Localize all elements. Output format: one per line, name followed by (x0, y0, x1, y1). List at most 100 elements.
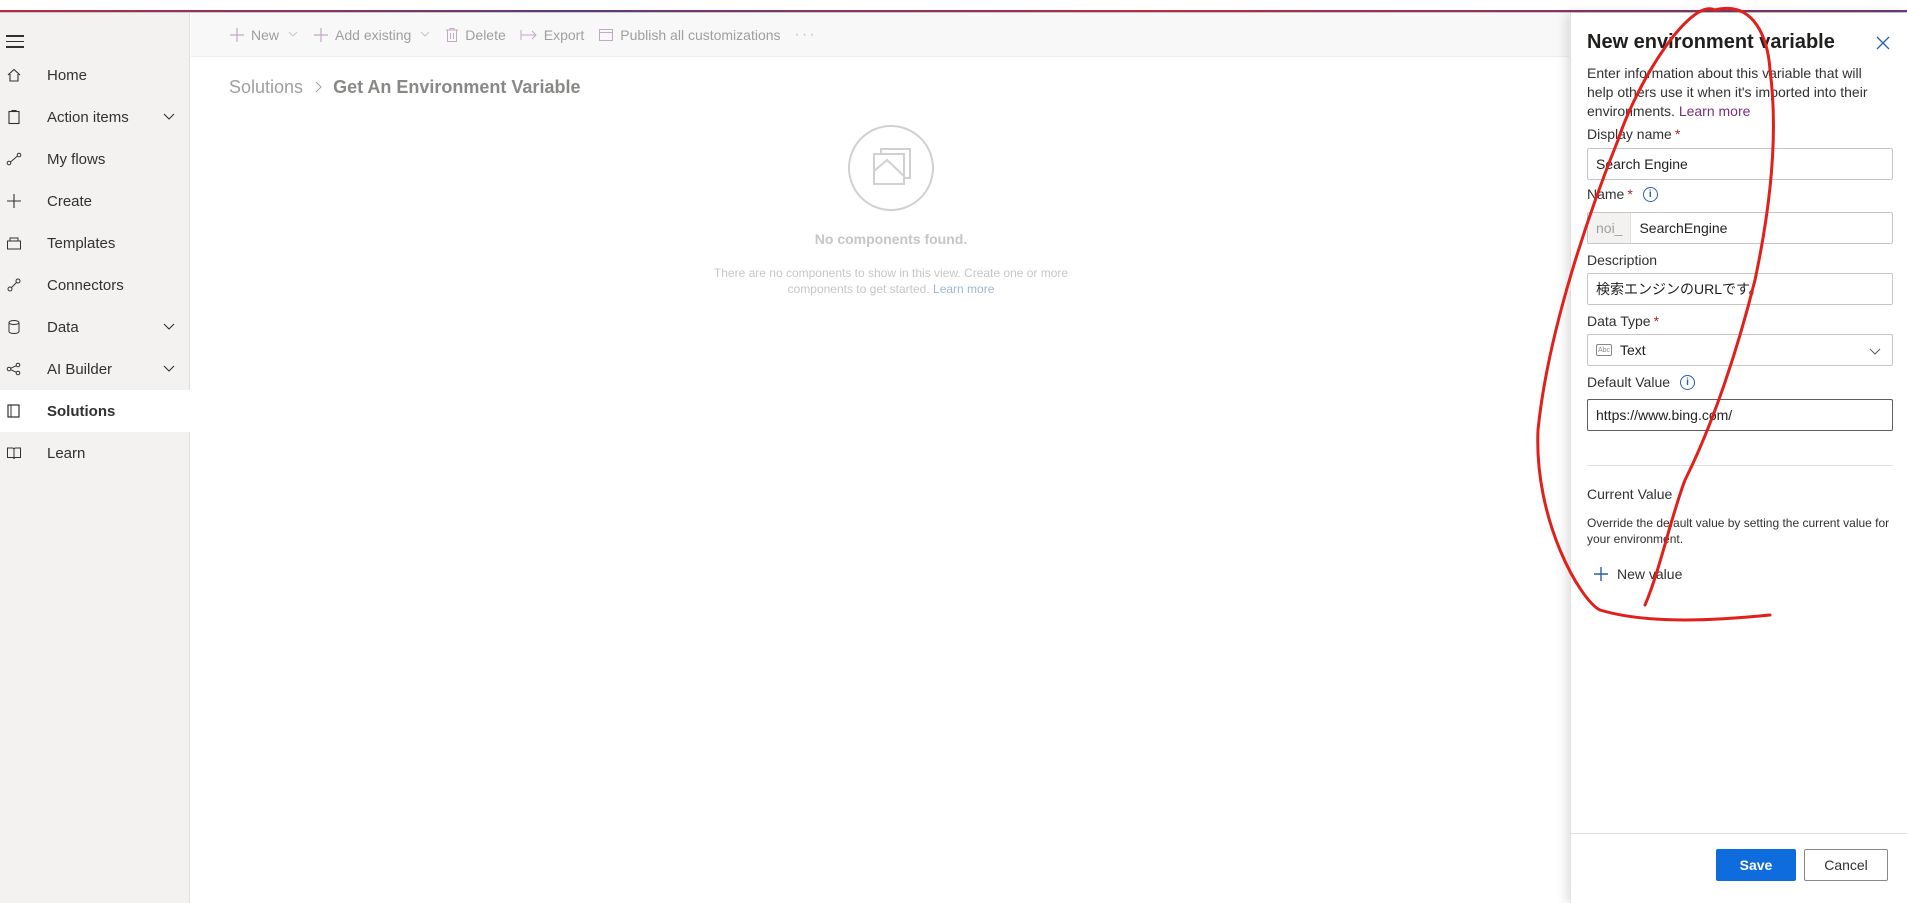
nav-item-label: Action items (47, 108, 129, 126)
clipboard-icon (6, 109, 22, 125)
display-name-field[interactable]: Search Engine (1587, 148, 1893, 180)
current-value-description: Override the default value by setting th… (1587, 516, 1890, 546)
chevron-down-icon (419, 27, 431, 43)
panel-intro: Enter information about this variable th… (1587, 64, 1892, 121)
new-value-label: New value (1617, 566, 1683, 582)
nav-item-label: Data (47, 318, 79, 336)
panel-title: New environment variable (1587, 31, 1835, 53)
book-icon (6, 445, 22, 461)
info-icon[interactable]: i (1642, 186, 1658, 202)
required-marker: * (1674, 126, 1681, 142)
command-bar: New Add existing Delete Export Publish a… (191, 13, 1569, 57)
export-arrow-icon (520, 28, 538, 42)
display-name-label: Display name * (1587, 126, 1680, 142)
cancel-button[interactable]: Cancel (1804, 849, 1888, 881)
empty-state-description: There are no components to show in this … (701, 265, 1081, 297)
data-type-label: Data Type * (1587, 313, 1659, 329)
data-type-dropdown[interactable]: Abc Text (1587, 334, 1893, 366)
templates-icon (6, 235, 22, 251)
nav-item-home[interactable]: Home (0, 54, 190, 96)
add-existing-label: Add existing (335, 26, 412, 43)
panel-footer-divider (1571, 833, 1907, 834)
name-field[interactable]: noi_ SearchEngine (1587, 212, 1893, 244)
publish-label: Publish all customizations (620, 26, 781, 43)
database-icon (6, 319, 22, 335)
nav-item-solutions[interactable]: Solutions (0, 390, 190, 432)
nav-item-label: Learn (47, 444, 86, 462)
save-button[interactable]: Save (1716, 849, 1796, 881)
new-button[interactable]: New (229, 27, 299, 43)
chevron-down-icon[interactable] (162, 361, 176, 379)
empty-state-text: There are no components to show in this … (713, 266, 1069, 296)
delete-label: Delete (465, 26, 506, 43)
new-environment-variable-panel: New environment variable Enter informati… (1570, 13, 1907, 903)
publish-all-button[interactable]: Publish all customizations (598, 26, 781, 43)
export-button[interactable]: Export (520, 27, 584, 43)
solutions-icon (6, 403, 22, 419)
description-value: 検索エンジンのURLです。 (1596, 281, 1763, 297)
chevron-down-icon (1868, 344, 1882, 361)
name-value: SearchEngine (1639, 220, 1728, 236)
chevron-down-icon[interactable] (162, 109, 176, 127)
close-icon[interactable] (1875, 35, 1891, 51)
connector-icon (6, 277, 22, 293)
hamburger-menu-icon[interactable] (6, 35, 24, 49)
plus-icon (6, 193, 22, 209)
chevron-down-icon (287, 27, 299, 43)
nav-item-ai-builder[interactable]: AI Builder (0, 348, 190, 390)
plus-icon (229, 27, 245, 43)
home-icon (6, 67, 22, 83)
nav-item-learn[interactable]: Learn (0, 432, 190, 474)
nav-item-label: Connectors (47, 276, 124, 294)
empty-state: No components found. There are no compon… (701, 125, 1081, 297)
divider (1587, 465, 1893, 466)
nav-item-label: Solutions (47, 402, 116, 420)
default-value-value: https://www.bing.com/ (1596, 407, 1733, 423)
data-type-value: Text (1620, 342, 1646, 358)
nav-item-label: Create (47, 192, 93, 210)
description-field[interactable]: 検索エンジンのURLです。 (1587, 273, 1893, 305)
default-value-field[interactable]: https://www.bing.com/ (1587, 399, 1893, 431)
plus-icon (1593, 566, 1609, 582)
learn-more-link[interactable]: Learn more (933, 282, 994, 296)
default-value-label: Default Value i (1587, 374, 1696, 390)
label-text: Name (1587, 186, 1625, 202)
nav-item-create[interactable]: Create (0, 180, 190, 222)
empty-components-icon (848, 125, 934, 211)
chevron-down-icon[interactable] (162, 319, 176, 337)
add-existing-button[interactable]: Add existing (313, 27, 431, 43)
accent-line (0, 10, 1907, 12)
more-options-button[interactable]: ··· (795, 26, 817, 44)
nav-item-label: Home (47, 66, 88, 84)
name-prefix: noi_ (1588, 213, 1632, 243)
display-name-value: Search Engine (1596, 156, 1688, 172)
info-icon[interactable]: i (1680, 374, 1696, 390)
label-text: Description (1587, 252, 1658, 268)
name-label: Name * i (1587, 186, 1658, 202)
nav-item-label: Templates (47, 234, 116, 252)
nav-item-label: AI Builder (47, 360, 113, 378)
breadcrumb: Solutions Get An Environment Variable (229, 77, 580, 98)
label-text: Default Value (1587, 374, 1671, 390)
text-type-icon: Abc (1596, 344, 1612, 356)
nav-item-templates[interactable]: Templates (0, 222, 190, 264)
delete-button[interactable]: Delete (445, 26, 506, 43)
empty-state-title: No components found. (814, 231, 968, 247)
chevron-right-icon (313, 80, 323, 96)
learn-more-link[interactable]: Learn more (1679, 103, 1751, 119)
main-content: New Add existing Delete Export Publish a… (191, 13, 1569, 903)
flow-icon (6, 151, 22, 167)
breadcrumb-current: Get An Environment Variable (333, 77, 581, 97)
left-navigation: Home Action items My flows Create Templa… (0, 13, 190, 903)
current-value-title: Current Value (1587, 486, 1673, 502)
nav-item-data[interactable]: Data (0, 306, 190, 348)
breadcrumb-root[interactable]: Solutions (229, 77, 303, 98)
nav-item-my-flows[interactable]: My flows (0, 138, 190, 180)
required-marker: * (1627, 186, 1633, 202)
ai-builder-icon (6, 361, 22, 377)
nav-item-action-items[interactable]: Action items (0, 96, 190, 138)
label-text: Display name (1587, 126, 1672, 142)
new-value-button[interactable]: New value (1593, 566, 1682, 582)
required-marker: * (1653, 313, 1660, 329)
nav-item-connectors[interactable]: Connectors (0, 264, 190, 306)
